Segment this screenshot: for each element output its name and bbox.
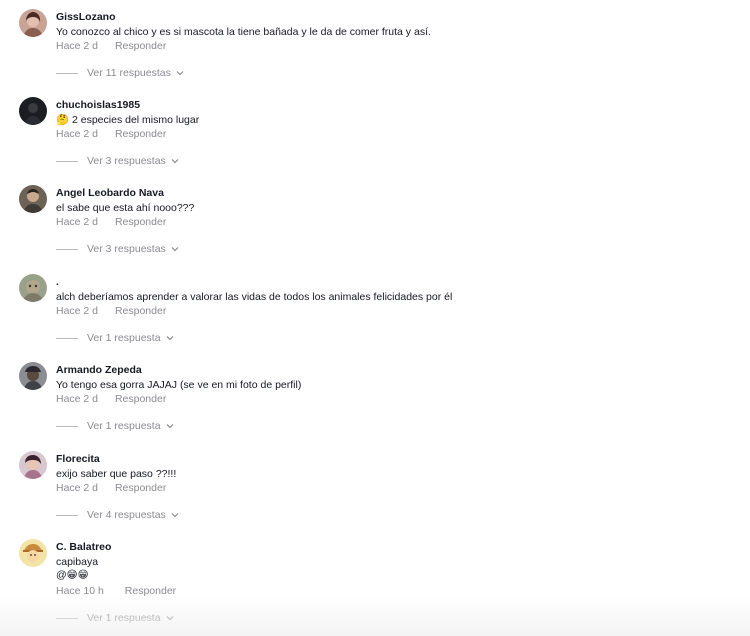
chevron-down-icon xyxy=(166,424,173,429)
comment-time: Hace 2 d xyxy=(56,482,99,494)
avatar[interactable] xyxy=(19,185,47,213)
comment-text: exijo saber que paso ??!!! xyxy=(56,468,177,480)
chevron-down-icon xyxy=(176,71,184,76)
chevron-down-icon xyxy=(171,159,179,164)
comment-username[interactable]: . xyxy=(56,276,59,288)
avatar[interactable] xyxy=(19,362,47,390)
reply-button[interactable]: Responder xyxy=(115,393,166,405)
replies-divider xyxy=(56,248,78,250)
view-replies-button[interactable]: Ver 1 respuesta xyxy=(56,420,174,432)
comment-username[interactable]: Armando Zepeda xyxy=(56,364,142,376)
reply-button[interactable]: Responder xyxy=(115,128,166,140)
view-replies-button[interactable]: Ver 3 respuestas xyxy=(56,243,179,255)
comment-username[interactable]: chuchoislas1985 xyxy=(56,99,140,111)
comment-text: Yo tengo esa gorra JAJAJ (se ve en mi fo… xyxy=(56,379,302,391)
chevron-down-icon xyxy=(171,513,179,518)
replies-divider xyxy=(56,160,78,162)
avatar[interactable] xyxy=(19,274,47,302)
comment-username[interactable]: C. Balatreo xyxy=(56,541,111,553)
comment-time: Hace 2 d xyxy=(56,305,99,317)
comment-text: alch deberíamos aprender a valorar las v… xyxy=(56,291,453,303)
avatar[interactable] xyxy=(19,9,47,37)
comment-meta: Hace 2 d Responder xyxy=(56,482,166,494)
view-replies-label: Ver 1 respuesta xyxy=(87,612,161,624)
reply-button[interactable]: Responder xyxy=(115,305,166,317)
view-replies-label: Ver 1 respuesta xyxy=(87,332,161,344)
comment-time: Hace 2 d xyxy=(56,393,99,405)
view-replies-label: Ver 3 respuestas xyxy=(87,155,166,167)
comment-meta: Hace 2 d Responder xyxy=(56,40,166,52)
comment-text: capibaya xyxy=(56,556,99,568)
comment-time: Hace 10 h xyxy=(56,585,104,597)
comment-time: Hace 2 d xyxy=(56,40,99,52)
replies-divider xyxy=(56,72,78,74)
view-replies-label: Ver 3 respuestas xyxy=(87,243,166,255)
avatar[interactable] xyxy=(19,539,47,567)
chevron-down-icon xyxy=(166,336,173,341)
comment-text: Yo conozco al chico y es si mascota la t… xyxy=(56,26,431,38)
chevron-down-icon xyxy=(166,616,173,621)
reply-button[interactable]: Responder xyxy=(115,216,166,228)
replies-divider xyxy=(56,514,78,516)
reply-button[interactable]: Responder xyxy=(115,482,166,494)
view-replies-button[interactable]: Ver 3 respuestas xyxy=(56,155,179,167)
reply-button[interactable]: Responder xyxy=(125,585,176,597)
comment-text: el sabe que esta ahí nooo??? xyxy=(56,202,195,214)
replies-divider xyxy=(56,337,78,339)
comment-meta: Hace 2 d Responder xyxy=(56,128,166,140)
view-replies-label: Ver 11 respuestas xyxy=(87,67,171,79)
reply-button[interactable]: Responder xyxy=(115,40,166,52)
comment-meta: Hace 2 d Responder xyxy=(56,393,166,405)
avatar[interactable] xyxy=(19,451,47,479)
view-replies-label: Ver 1 respuesta xyxy=(87,420,161,432)
view-replies-button[interactable]: Ver 1 respuesta xyxy=(56,612,174,624)
comment-username[interactable]: GissLozano xyxy=(56,11,116,23)
replies-divider xyxy=(56,425,78,427)
comment-text: 🤔 2 especies del mismo lugar xyxy=(56,114,200,126)
view-replies-button[interactable]: Ver 1 respuesta xyxy=(56,332,174,344)
comment-time: Hace 2 d xyxy=(56,216,99,228)
comment-meta: Hace 10 h Responder xyxy=(56,585,176,597)
view-replies-button[interactable]: Ver 4 respuestas xyxy=(56,509,179,521)
comment-time: Hace 2 d xyxy=(56,128,99,140)
comment-username[interactable]: Angel Leobardo Nava xyxy=(56,187,164,199)
comment-meta: Hace 2 d Responder xyxy=(56,216,166,228)
comment-meta: Hace 2 d Responder xyxy=(56,305,166,317)
comment-username[interactable]: Florecita xyxy=(56,453,100,465)
comment-text-line-2: @😁😁 xyxy=(56,569,89,581)
replies-divider xyxy=(56,617,78,619)
view-replies-button[interactable]: Ver 11 respuestas xyxy=(56,67,184,79)
chevron-down-icon xyxy=(171,247,179,252)
avatar[interactable] xyxy=(19,97,47,125)
view-replies-label: Ver 4 respuestas xyxy=(87,509,166,521)
